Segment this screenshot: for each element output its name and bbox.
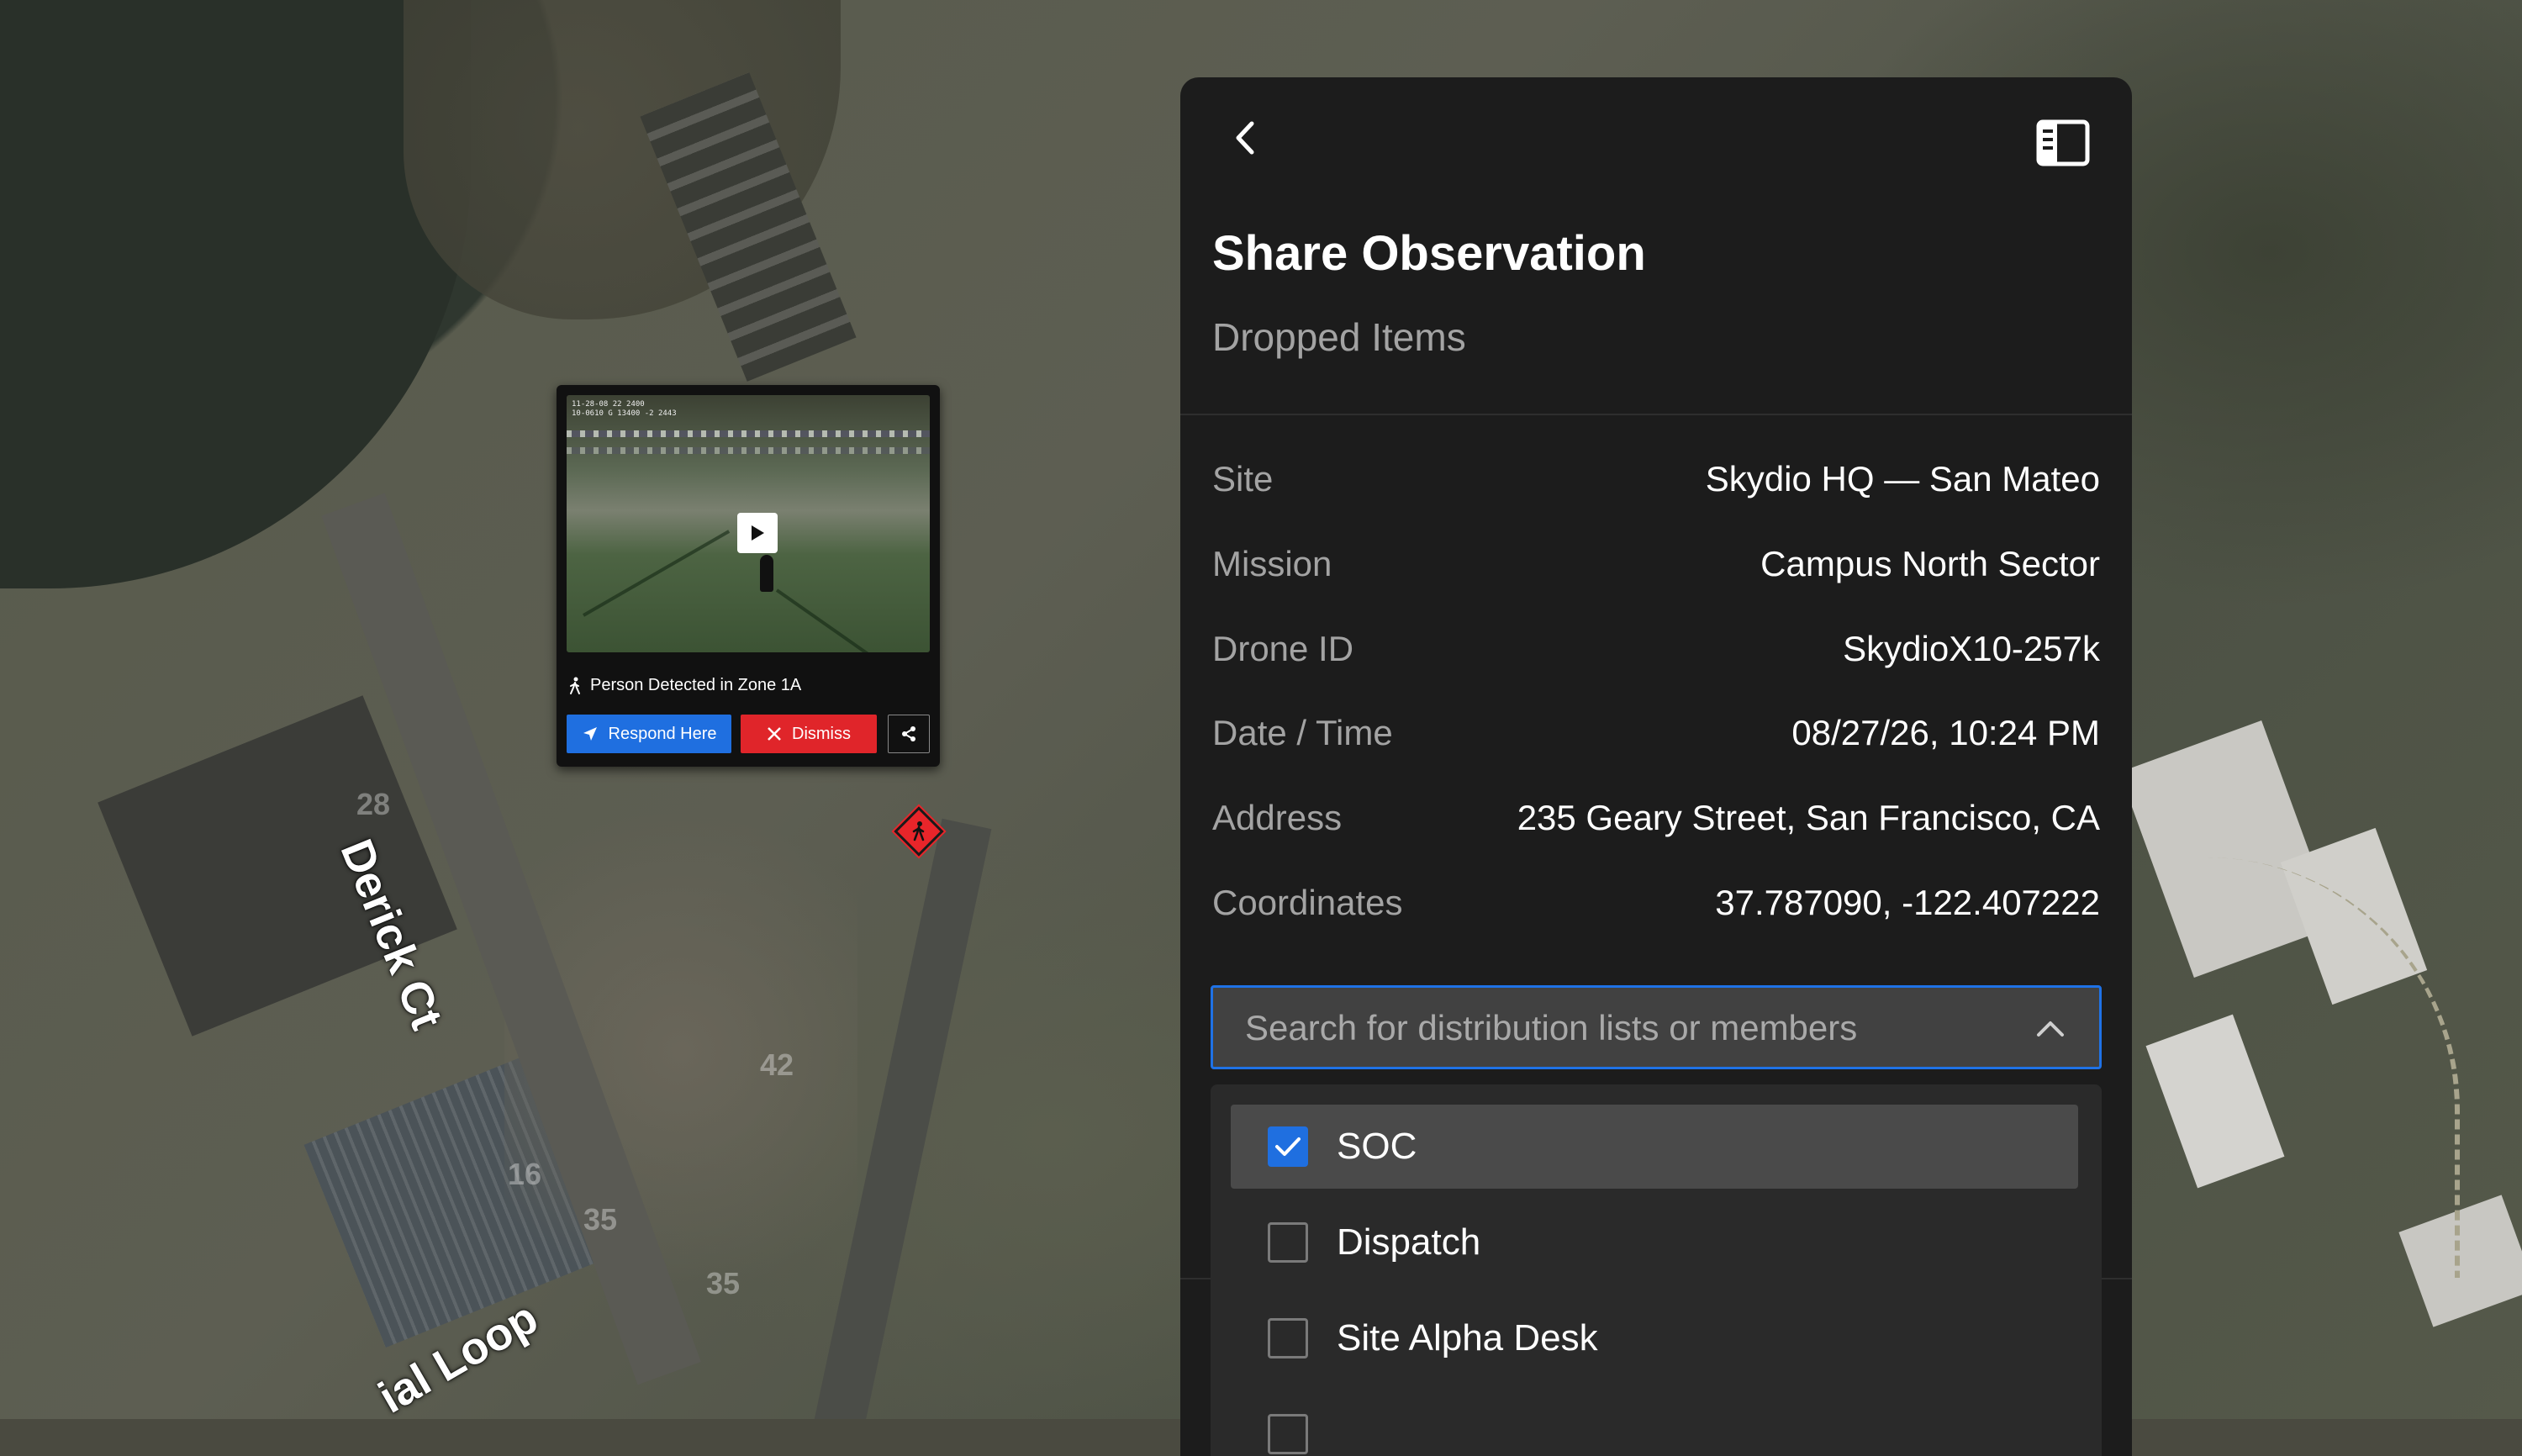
info-value: 235 Geary Street, San Francisco, CA [1517, 798, 2100, 837]
fence-line [567, 430, 930, 437]
option-site-alpha-desk[interactable]: Site Alpha Desk [1231, 1296, 2078, 1380]
info-value: 37.787090, -122.407222 [1715, 883, 2100, 922]
share-icon [902, 726, 915, 741]
option-label: Dispatch [1337, 1221, 1481, 1263]
info-label: Address [1212, 798, 1343, 837]
search-input[interactable] [1243, 988, 2003, 1068]
info-value: Campus North Sector [1760, 544, 2100, 583]
page-title: Share Observation [1212, 226, 1646, 281]
sidebar-toggle-button[interactable] [2033, 113, 2093, 173]
distribution-dropdown: SOC Dispatch Site Alpha Desk [1211, 1084, 2102, 1456]
info-label: Site [1212, 459, 1274, 499]
page-subtitle: Dropped Items [1212, 315, 1466, 359]
lot-number: 35 [706, 1266, 741, 1300]
navigation-arrow-icon [583, 727, 597, 741]
play-icon [752, 525, 764, 541]
respond-label: Respond Here [608, 724, 717, 743]
info-row-coordinates: Coordinates 37.787090, -122.407222 [1212, 878, 2100, 928]
checkbox-unchecked[interactable] [1268, 1414, 1308, 1454]
video-timestamp: 11-28-08 22 2400 10-0610 G 13400 -2 2443 [572, 400, 677, 418]
info-label: Drone ID [1212, 629, 1354, 668]
checkbox-unchecked[interactable] [1268, 1318, 1308, 1358]
detection-popup: 11-28-08 22 2400 10-0610 G 13400 -2 2443… [557, 385, 940, 767]
option-soc[interactable]: SOC [1231, 1105, 2078, 1189]
lot-number: 16 [508, 1157, 542, 1191]
checkbox-unchecked[interactable] [1268, 1222, 1308, 1263]
chevron-up-icon[interactable] [2035, 1013, 2066, 1043]
lot-number: 28 [356, 787, 391, 821]
option-partial[interactable] [1231, 1392, 2078, 1456]
info-row-drone-id: Drone ID SkydioX10-257k [1212, 624, 2100, 674]
checkmark-icon [1275, 1137, 1301, 1156]
caption-text: Person Detected in Zone 1A [590, 676, 802, 694]
fence-line [567, 447, 930, 454]
person-walking-icon [912, 821, 925, 841]
share-button[interactable] [888, 715, 930, 753]
info-value: 08/27/26, 10:24 PM [1791, 713, 2100, 752]
person-silhouette [760, 555, 773, 592]
detection-caption: Person Detected in Zone 1A [568, 676, 801, 695]
info-row-address: Address 235 Geary Street, San Francisco,… [1212, 793, 2100, 843]
checkbox-checked[interactable] [1268, 1126, 1308, 1167]
chevron-left-icon [1236, 121, 1254, 155]
option-label: SOC [1337, 1126, 1417, 1167]
shadow-line [775, 588, 902, 652]
info-row-mission: Mission Campus North Sector [1212, 539, 2100, 589]
respond-here-button[interactable]: Respond Here [567, 715, 731, 753]
path-curve [2203, 857, 2460, 1278]
close-icon [768, 727, 781, 741]
video-thumbnail[interactable]: 11-28-08 22 2400 10-0610 G 13400 -2 2443 [567, 395, 930, 652]
info-label: Coordinates [1212, 883, 1403, 922]
share-observation-panel: Share Observation Dropped Items Site Sky… [1180, 77, 2132, 1456]
option-label: Site Alpha Desk [1337, 1317, 1598, 1358]
distribution-search-field[interactable] [1211, 985, 2102, 1069]
lot-number: 42 [760, 1047, 794, 1082]
info-label: Date / Time [1212, 713, 1393, 752]
info-value: SkydioX10-257k [1843, 629, 2100, 668]
info-row-date-time: Date / Time 08/27/26, 10:24 PM [1212, 708, 2100, 758]
dismiss-button[interactable]: Dismiss [741, 715, 877, 753]
panel-header: Share Observation Dropped Items [1180, 77, 2132, 414]
dismiss-label: Dismiss [792, 724, 851, 743]
person-walking-icon [570, 677, 580, 694]
water-area [0, 0, 471, 588]
info-value: Skydio HQ — San Mateo [1705, 459, 2100, 499]
lot-number: 35 [583, 1202, 618, 1237]
info-row-site: Site Skydio HQ — San Mateo [1212, 454, 2100, 504]
shadow-line [583, 530, 731, 617]
option-dispatch[interactable]: Dispatch [1231, 1200, 2078, 1285]
play-button[interactable] [737, 513, 778, 553]
divider [1180, 414, 2132, 415]
info-label: Mission [1212, 544, 1332, 583]
back-button[interactable] [1221, 113, 1271, 163]
sidebar-toggle-icon [2036, 119, 2090, 166]
